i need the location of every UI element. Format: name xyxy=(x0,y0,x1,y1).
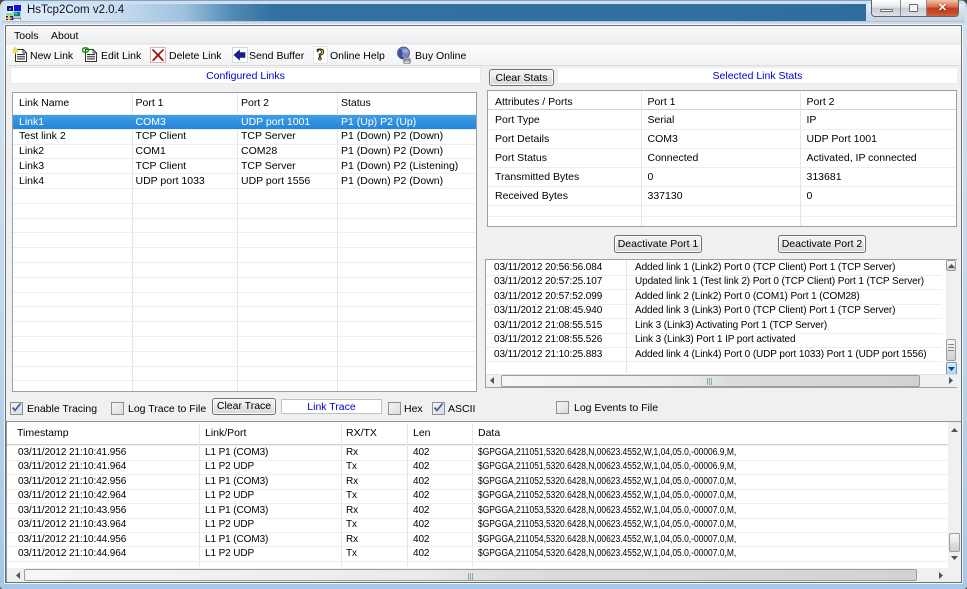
svg-text:?: ? xyxy=(316,46,325,64)
